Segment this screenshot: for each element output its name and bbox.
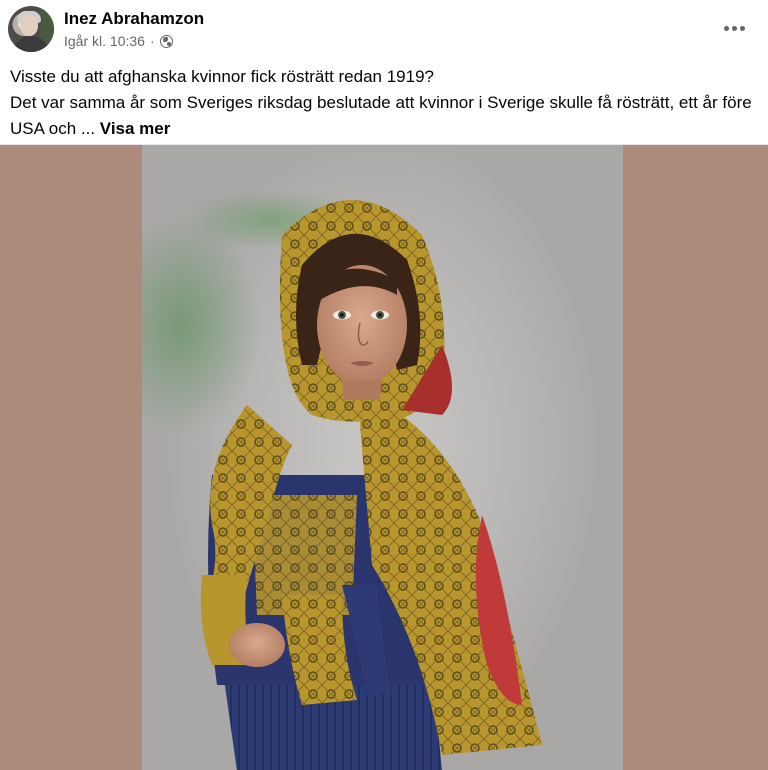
meta-separator: · xyxy=(149,33,155,49)
post-header: Inez Abrahamzon Igår kl. 10:36 · xyxy=(0,0,768,58)
post-text-line: Visste du att afghanska kvinnor fick rös… xyxy=(10,67,434,86)
post-timestamp[interactable]: Igår kl. 10:36 xyxy=(64,33,145,49)
post-text-line: Det var samma år som Sveriges riksdag be… xyxy=(10,93,752,138)
post-text: Visste du att afghanska kvinnor fick rös… xyxy=(10,64,758,142)
girl-portrait-illustration xyxy=(200,200,542,770)
more-horizontal-icon xyxy=(723,25,745,31)
see-more-link[interactable]: Visa mer xyxy=(100,119,171,138)
globe-icon[interactable] xyxy=(159,34,173,48)
avatar[interactable] xyxy=(8,6,54,52)
post-options-button[interactable] xyxy=(716,12,752,44)
post-meta: Igår kl. 10:36 · xyxy=(64,33,173,49)
facebook-post: Inez Abrahamzon Igår kl. 10:36 · Visste … xyxy=(0,0,768,770)
post-photo[interactable] xyxy=(0,144,768,770)
author-name[interactable]: Inez Abrahamzon xyxy=(64,9,204,29)
photo-image xyxy=(142,145,623,770)
